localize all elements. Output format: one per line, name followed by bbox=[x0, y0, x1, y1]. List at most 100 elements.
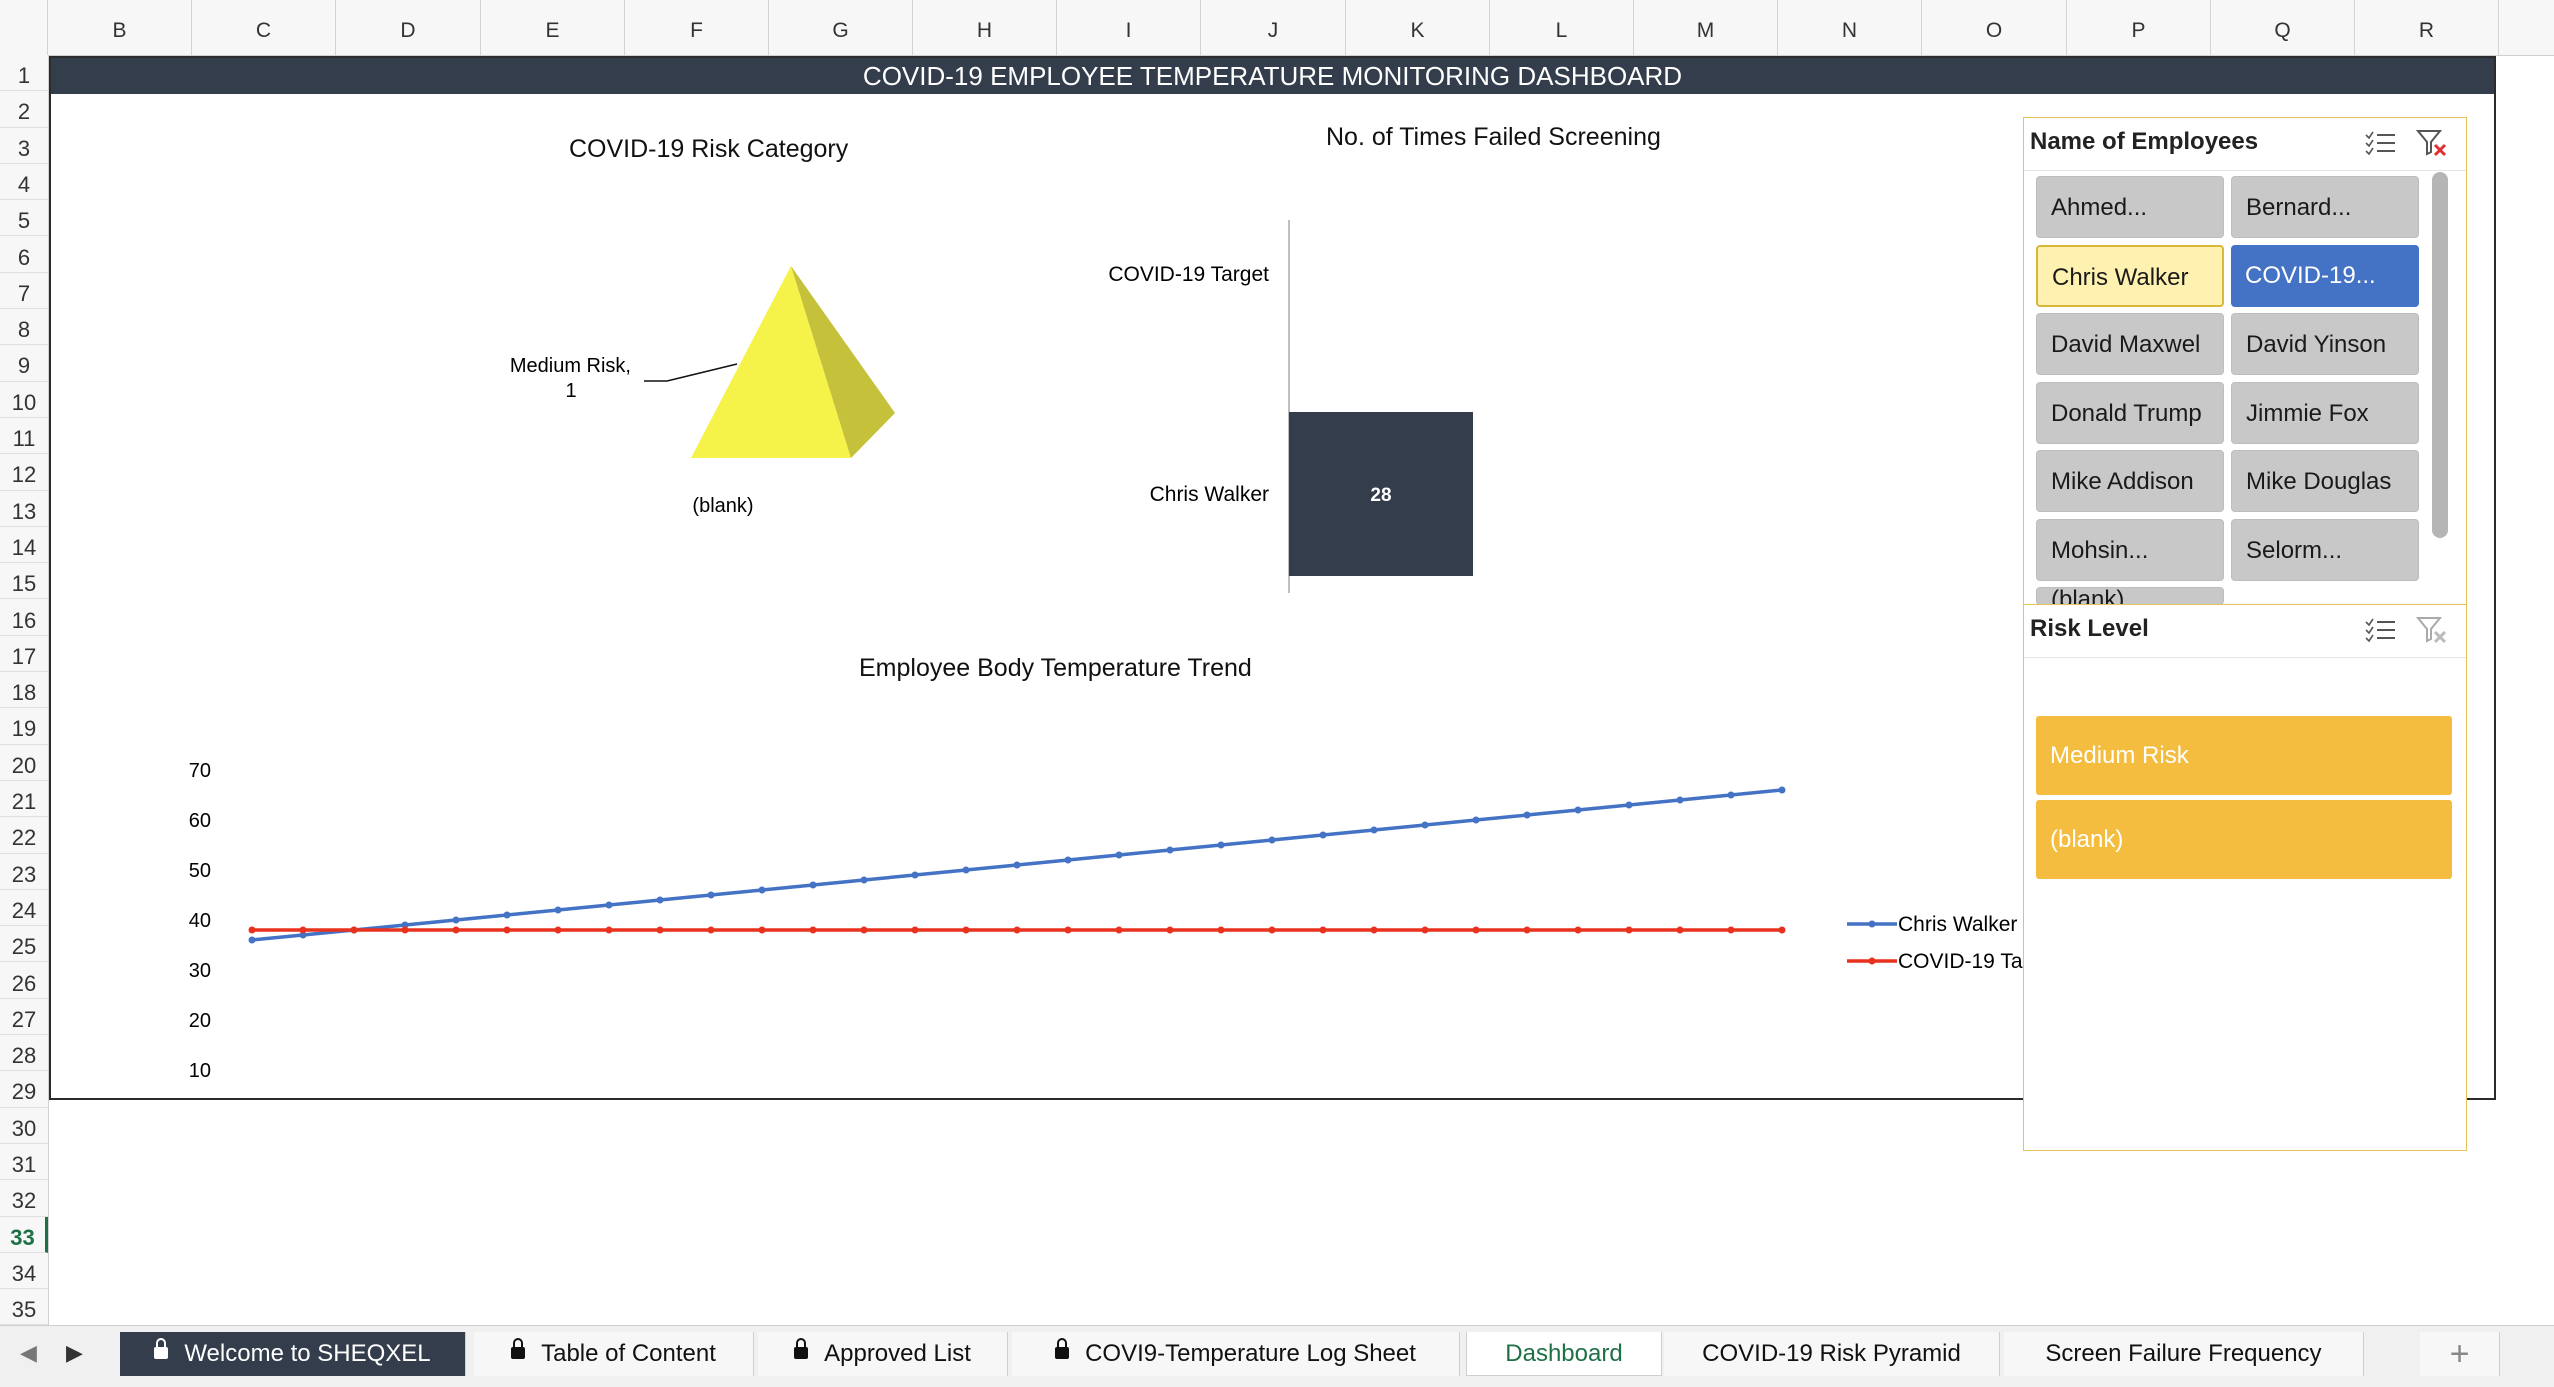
series-point[interactable] bbox=[554, 906, 562, 914]
series-point[interactable] bbox=[1523, 811, 1531, 819]
row-header-4[interactable]: 4 bbox=[0, 164, 48, 201]
series-point[interactable] bbox=[1574, 926, 1582, 934]
column-header-o[interactable]: O bbox=[1922, 0, 2067, 55]
series-point[interactable] bbox=[707, 891, 715, 899]
column-header-l[interactable]: L bbox=[1490, 0, 1634, 55]
row-header-5[interactable]: 5 bbox=[0, 200, 48, 237]
series-point[interactable] bbox=[911, 926, 919, 934]
employee-slicer-item[interactable]: (blank) bbox=[2036, 587, 2224, 604]
row-header-10[interactable]: 10 bbox=[0, 382, 48, 418]
series-point[interactable] bbox=[1370, 826, 1378, 834]
column-header-r[interactable]: R bbox=[2355, 0, 2499, 55]
series-point[interactable] bbox=[1778, 926, 1786, 934]
employee-slicer-item[interactable]: David Maxwel bbox=[2036, 313, 2224, 375]
sheet-tab[interactable]: Approved List bbox=[758, 1332, 1008, 1376]
series-point[interactable] bbox=[1625, 926, 1633, 934]
failed-screening-chart[interactable]: COVID-19 Target Chris Walker 28 bbox=[1041, 158, 1541, 608]
series-point[interactable] bbox=[1064, 856, 1072, 864]
employee-slicer-item[interactable]: Jimmie Fox bbox=[2231, 381, 2419, 444]
series-point[interactable] bbox=[1217, 841, 1225, 849]
series-point[interactable] bbox=[605, 926, 613, 934]
series-point[interactable] bbox=[758, 886, 766, 894]
series-point[interactable] bbox=[1676, 926, 1684, 934]
series-point[interactable] bbox=[248, 936, 256, 944]
tab-scroll-right-icon[interactable]: ▶ bbox=[66, 1340, 83, 1366]
sheet-tab[interactable]: COVI9-Temperature Log Sheet bbox=[1012, 1332, 1460, 1376]
row-header-32[interactable]: 32 bbox=[0, 1180, 48, 1217]
column-header-d[interactable]: D bbox=[336, 0, 481, 55]
series-point[interactable] bbox=[1166, 846, 1174, 854]
series-point[interactable] bbox=[452, 916, 460, 924]
column-header-m[interactable]: M bbox=[1634, 0, 1778, 55]
series-point[interactable] bbox=[503, 926, 511, 934]
series-point[interactable] bbox=[911, 871, 919, 879]
series-point[interactable] bbox=[809, 881, 817, 889]
series-point[interactable] bbox=[452, 926, 460, 934]
row-header-35[interactable]: 35 bbox=[0, 1289, 48, 1326]
employee-slicer-item[interactable]: Ahmed... bbox=[2036, 176, 2224, 238]
series-point[interactable] bbox=[248, 926, 256, 934]
employee-slicer-item[interactable]: Mike Douglas bbox=[2231, 450, 2419, 512]
series-point[interactable] bbox=[656, 926, 664, 934]
row-header-33[interactable]: 33 bbox=[0, 1216, 48, 1253]
series-point[interactable] bbox=[758, 926, 766, 934]
series-point[interactable] bbox=[1625, 801, 1633, 809]
column-header-q[interactable]: Q bbox=[2211, 0, 2355, 55]
risk-category-chart[interactable]: Medium Risk, 1 (blank) bbox=[431, 188, 931, 528]
employee-slicer-item[interactable]: Donald Trump bbox=[2036, 381, 2224, 444]
column-header-j[interactable]: J bbox=[1201, 0, 1346, 55]
series-point[interactable] bbox=[401, 926, 409, 934]
row-header-2[interactable]: 2 bbox=[0, 91, 48, 128]
series-point[interactable] bbox=[962, 926, 970, 934]
series-point[interactable] bbox=[1727, 791, 1735, 799]
series-point[interactable] bbox=[1268, 926, 1276, 934]
row-header-25[interactable]: 25 bbox=[0, 926, 48, 963]
temperature-trend-chart[interactable]: 706050403020100Chris WalkerCOVID-19 Targ… bbox=[111, 688, 2111, 1108]
row-header-30[interactable]: 30 bbox=[0, 1108, 48, 1144]
row-header-12[interactable]: 12 bbox=[0, 454, 48, 491]
row-header-29[interactable]: 29 bbox=[0, 1071, 48, 1108]
series-point[interactable] bbox=[809, 926, 817, 934]
row-header-23[interactable]: 23 bbox=[0, 854, 48, 890]
series-point[interactable] bbox=[503, 911, 511, 919]
row-header-14[interactable]: 14 bbox=[0, 527, 48, 564]
row-header-31[interactable]: 31 bbox=[0, 1144, 48, 1181]
column-header-g[interactable]: G bbox=[769, 0, 913, 55]
employee-slicer-item[interactable]: Mohsin... bbox=[2036, 518, 2224, 581]
row-header-3[interactable]: 3 bbox=[0, 128, 48, 164]
employee-slicer-item[interactable]: Chris Walker bbox=[2036, 244, 2224, 307]
row-header-7[interactable]: 7 bbox=[0, 273, 48, 310]
row-header-11[interactable]: 11 bbox=[0, 418, 48, 455]
employee-slicer-item[interactable]: David Yinson bbox=[2231, 313, 2419, 375]
series-point[interactable] bbox=[1421, 821, 1429, 829]
series-point[interactable] bbox=[1115, 851, 1123, 859]
column-header-e[interactable]: E bbox=[481, 0, 625, 55]
sheet-tab[interactable]: Welcome to SHEQXEL bbox=[120, 1332, 466, 1376]
series-point[interactable] bbox=[1676, 796, 1684, 804]
series-point[interactable] bbox=[1727, 926, 1735, 934]
add-sheet-button[interactable]: + bbox=[2420, 1332, 2500, 1376]
employee-slicer-item[interactable]: Bernard... bbox=[2231, 176, 2419, 238]
column-header-i[interactable]: I bbox=[1057, 0, 1201, 55]
column-header-p[interactable]: P bbox=[2067, 0, 2211, 55]
series-point[interactable] bbox=[1523, 926, 1531, 934]
sheet-tab[interactable]: Table of Content bbox=[474, 1332, 754, 1376]
series-point[interactable] bbox=[1013, 861, 1021, 869]
row-header-20[interactable]: 20 bbox=[0, 745, 48, 781]
risk-item-medium[interactable]: Medium Risk bbox=[2036, 716, 2452, 795]
sheet-tab[interactable]: Dashboard bbox=[1466, 1332, 1662, 1376]
row-header-28[interactable]: 28 bbox=[0, 1035, 48, 1072]
row-header-21[interactable]: 21 bbox=[0, 781, 48, 818]
row-header-6[interactable]: 6 bbox=[0, 237, 48, 273]
row-header-18[interactable]: 18 bbox=[0, 672, 48, 709]
tab-scroll-left-icon[interactable]: ◀ bbox=[20, 1340, 37, 1366]
column-header-c[interactable]: C bbox=[192, 0, 336, 55]
column-header-f[interactable]: F bbox=[625, 0, 769, 55]
series-point[interactable] bbox=[1217, 926, 1225, 934]
column-header-k[interactable]: K bbox=[1346, 0, 1490, 55]
risk-item-blank[interactable]: (blank) bbox=[2036, 800, 2452, 879]
sheet-tab[interactable]: COVID-19 Risk Pyramid bbox=[1664, 1332, 2000, 1376]
employee-slicer-item[interactable]: Mike Addison bbox=[2036, 450, 2224, 512]
column-header-n[interactable]: N bbox=[1778, 0, 1922, 55]
row-header-34[interactable]: 34 bbox=[0, 1253, 48, 1290]
